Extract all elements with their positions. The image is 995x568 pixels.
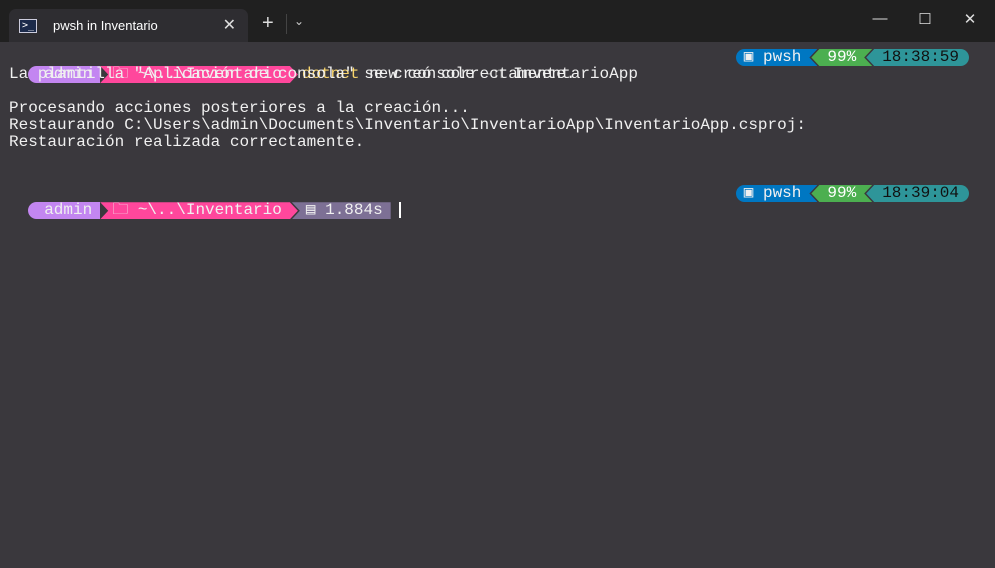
terminal[interactable]: admin 🗀 ~\..\Inventario dotnet new console… [9,48,995,568]
maximize-button[interactable]: ☐ [910,10,940,28]
battery-segment: 99% [811,185,872,202]
tab-pwsh[interactable]: >_ pwsh in Inventario ✕ [9,9,248,42]
close-window-button[interactable]: ✕ [955,10,985,28]
text-cursor [398,202,401,218]
terminal-icon: ▣ [743,48,763,66]
output-line: Restauración realizada correctamente. [9,133,365,151]
tab-dropdown-button[interactable]: ⌄ [294,14,304,28]
divider [286,14,287,34]
time-segment: 18:39:04 [866,185,969,202]
prompt-line-1: admin 🗀 ~\..\Inventario dotnet new console… [9,49,638,83]
terminal-icon: ▣ [743,184,763,202]
prompt-line-2: admin 🗀 ~\..\Inventario ▤ 1.884s [9,185,401,220]
time-segment: 18:38:59 [866,49,969,66]
minimize-button[interactable]: — [865,10,895,27]
shell-segment: ▣ pwsh [736,185,818,202]
powershell-icon: >_ [19,18,37,33]
title-bar: >_ pwsh in Inventario ✕ + ⌄ — ☐ ✕ [0,0,995,42]
output-line: La plantilla "Aplicación de consola" se … [9,65,576,83]
user-segment: admin [28,202,101,220]
tab-close-button[interactable]: ✕ [223,15,236,35]
right-prompt-1: ▣ pwsh 99% 18:38:59 [736,49,969,66]
output-line: Procesando acciones posteriores a la cre… [9,99,470,117]
folder-icon: 🗀 [112,201,138,220]
battery-segment: 99% [811,49,872,66]
duration-segment: ▤ 1.884s [291,201,391,220]
output-line: Restaurando C:\Users\admin\Documents\Inv… [9,116,806,134]
shell-segment: ▣ pwsh [736,49,818,66]
tab-title: pwsh in Inventario [53,18,158,33]
right-prompt-2: ▣ pwsh 99% 18:39:04 [736,185,969,202]
new-tab-button[interactable]: + [262,12,274,35]
path-segment: 🗀 ~\..\Inventario [100,202,298,219]
timer-icon: ▤ [305,201,326,220]
